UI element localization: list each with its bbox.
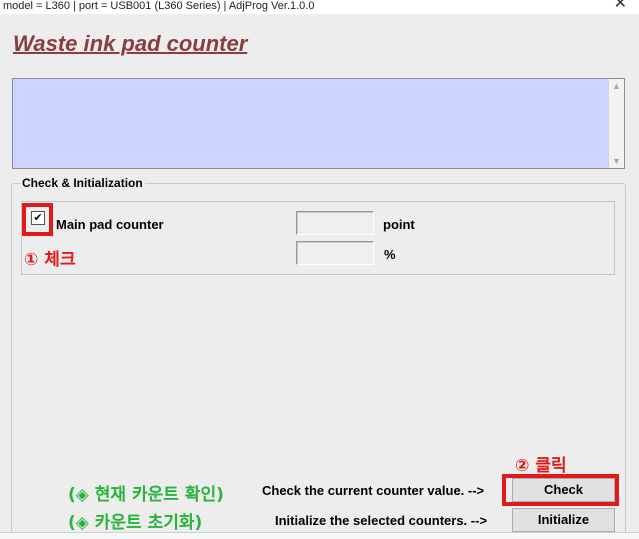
percent-unit: % [384, 247, 396, 262]
check-description: Check the current counter value. --> [262, 483, 485, 498]
listbox-scrollbar[interactable]: ▲ ▼ [608, 79, 624, 168]
initialize-button[interactable]: Initialize [512, 508, 615, 532]
groupbox-legend: Check & Initialization [20, 176, 145, 190]
scroll-up-icon[interactable]: ▲ [612, 81, 621, 91]
highlight-check-button [502, 474, 619, 506]
annotation-init-note: (◈ 카운트 초기화) [68, 513, 203, 533]
init-description: Initialize the selected counters. --> [275, 513, 488, 528]
window-bottom-edge [0, 532, 639, 539]
main-pad-label: Main pad counter [56, 217, 164, 232]
percent-value-field [296, 241, 374, 265]
annotation-check-note: (◈ 현재 카운트 확인) [68, 485, 224, 505]
highlight-checkbox-box [22, 203, 53, 236]
scroll-down-icon[interactable]: ▼ [612, 156, 621, 166]
page-title: Waste ink pad counter [13, 31, 248, 56]
point-unit: point [383, 217, 415, 232]
point-value-field [296, 211, 374, 235]
result-listbox[interactable]: ▲ ▼ [12, 78, 625, 169]
annotation-step1: ① 체크 [24, 250, 76, 270]
window-titlebar: model = L360 | port = USB001 (L360 Serie… [0, 0, 639, 14]
annotation-step2: ② 클릭 [515, 456, 567, 476]
window-title: model = L360 | port = USB001 (L360 Serie… [3, 0, 315, 12]
close-icon[interactable]: ✕ [614, 0, 627, 11]
